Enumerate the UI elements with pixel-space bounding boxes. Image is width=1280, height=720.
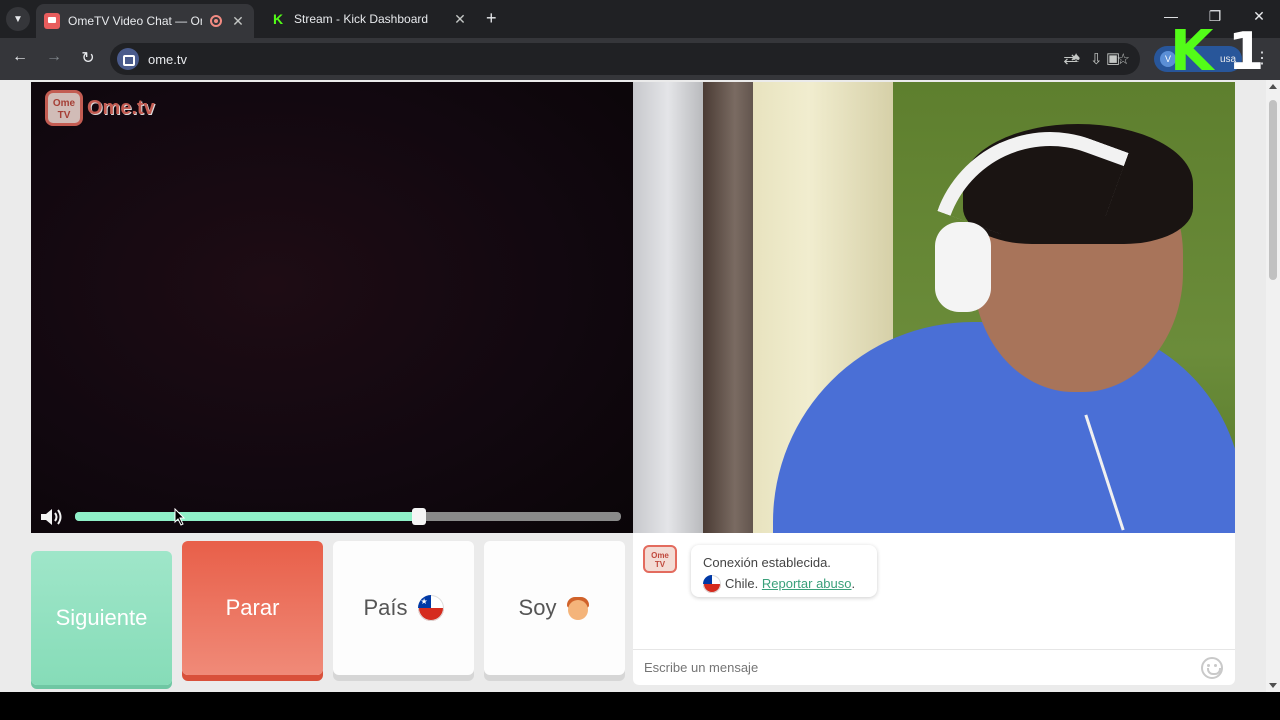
volume-slider-handle[interactable] <box>412 508 426 525</box>
kick-favicon-icon: K <box>272 11 284 27</box>
message-input[interactable] <box>633 649 1235 685</box>
site-info-icon[interactable] <box>117 48 139 70</box>
close-tab-icon[interactable]: ✕ <box>230 13 246 30</box>
recording-icon <box>210 15 222 27</box>
system-message-bubble: Conexión establecida. Chile. Reportar ab… <box>691 545 877 597</box>
volume-icon[interactable] <box>39 507 65 527</box>
ometv-tv-icon: Ome TV <box>45 90 83 126</box>
extensions-puzzle-icon[interactable]: ▣ <box>1106 49 1120 67</box>
reload-icon[interactable]: ↻ <box>77 48 99 68</box>
extension-bell-icon[interactable]: ♠ <box>1072 49 1080 66</box>
next-button-label: Siguiente <box>55 605 148 630</box>
period-text: . <box>851 576 856 591</box>
chile-flag-icon <box>703 574 721 593</box>
kick-k-glyph: K <box>1170 19 1214 84</box>
close-tab-icon[interactable]: ✕ <box>452 11 468 28</box>
ometv-logo: Ome TV Ome.tv <box>45 90 155 126</box>
tab-ometv[interactable]: OmeTV Video Chat — Ome ✕ <box>36 4 254 38</box>
connection-status-text: Conexión establecida. <box>703 555 831 570</box>
country-text: Chile. <box>725 576 759 591</box>
gender-button-label: Soy <box>518 595 557 620</box>
volume-slider[interactable] <box>75 508 621 525</box>
stop-button-label: Parar <box>225 595 280 620</box>
country-button[interactable]: País <box>333 541 474 675</box>
tab-search-button[interactable]: ▼ <box>6 7 30 31</box>
headphones-cup <box>935 222 991 312</box>
browser-toolbar: ← → ↻ ome.tv ⇄ ⇩ ☆ ♠ ▣ V usa ⋮ <box>0 38 1280 80</box>
scroll-down-arrow-icon[interactable] <box>1269 683 1277 688</box>
chat-panel: Ome TV Conexión establecida. Chile. Repor… <box>633 533 1235 685</box>
tab-bar: ▼ OmeTV Video Chat — Ome ✕ K Stream - Ki… <box>0 0 1280 38</box>
new-tab-button[interactable]: + <box>486 8 497 29</box>
scrollbar-thumb[interactable] <box>1269 100 1277 280</box>
chile-flag-icon <box>417 595 444 621</box>
tab-kick-dashboard[interactable]: K Stream - Kick Dashboard ✕ <box>262 4 476 34</box>
forward-arrow-icon[interactable]: → <box>43 48 65 66</box>
tab-title: Stream - Kick Dashboard <box>294 12 429 26</box>
country-button-label: País <box>363 595 408 620</box>
report-abuse-link[interactable]: Reportar abuso <box>762 573 852 594</box>
scroll-up-arrow-icon[interactable] <box>1269 84 1277 89</box>
background-curtain <box>633 82 703 533</box>
self-camera-video <box>633 82 1235 533</box>
boy-emoji-icon <box>566 595 590 621</box>
url-text[interactable]: ome.tv <box>148 52 187 67</box>
kick-one-glyph: 1 <box>1228 22 1265 82</box>
taskbar-area <box>0 692 1280 720</box>
address-bar[interactable]: ome.tv ⇄ ⇩ ☆ <box>110 43 1140 75</box>
ometv-chat-avatar-icon: Ome TV <box>643 545 677 573</box>
next-button[interactable]: Siguiente <box>31 551 172 685</box>
mouse-cursor-icon <box>174 508 186 526</box>
volume-slider-fill <box>75 512 419 521</box>
kick-overlay-logo: K 1 <box>1170 19 1264 84</box>
gender-button[interactable]: Soy <box>484 541 625 675</box>
emoji-smiley-icon[interactable] <box>1201 657 1223 679</box>
ometv-favicon-icon <box>44 13 60 29</box>
tab-title: OmeTV Video Chat — Ome <box>68 14 202 28</box>
logo-text: Ome.tv <box>87 96 155 119</box>
back-arrow-icon[interactable]: ← <box>9 48 31 66</box>
install-app-icon[interactable]: ⇩ <box>1090 50 1103 68</box>
page-scrollbar[interactable] <box>1266 80 1280 692</box>
stop-button[interactable]: Parar <box>182 541 323 675</box>
stranger-video: Ome TV Ome.tv <box>31 82 633 533</box>
